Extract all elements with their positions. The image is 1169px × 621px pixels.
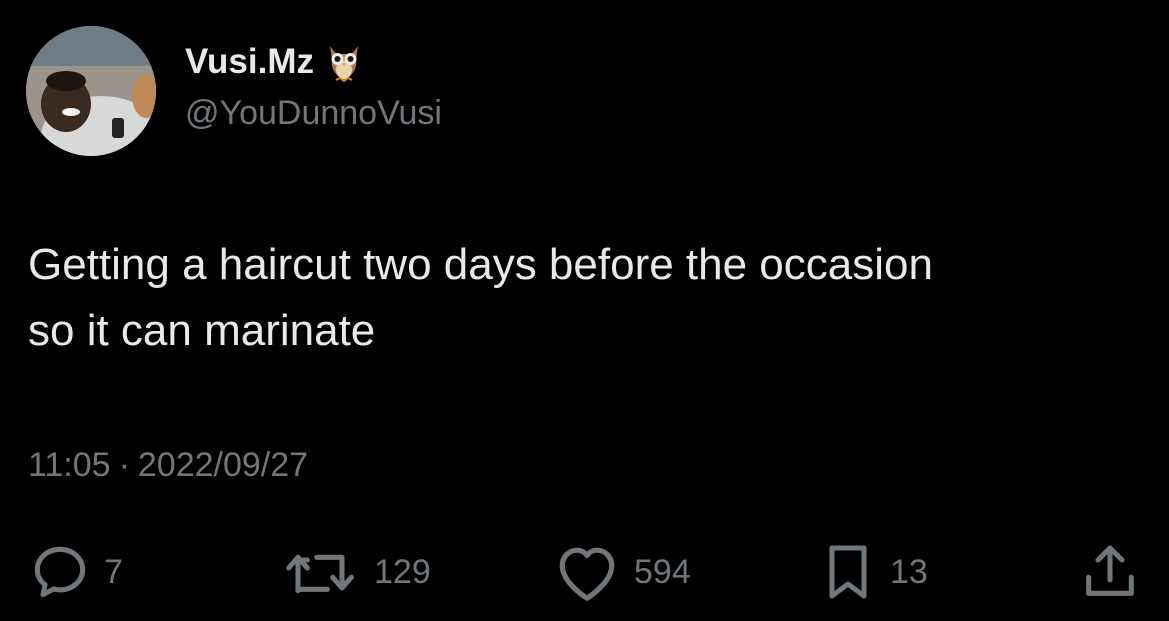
- like-button[interactable]: 594: [552, 540, 691, 604]
- reply-count: 7: [104, 552, 123, 591]
- tweet-card: Vusi.Mz @YouDunnoVusi Getting a haircut …: [0, 0, 1169, 621]
- tweet-date: 2022/09/27: [137, 446, 309, 484]
- tweet-time: 11:05: [28, 446, 111, 484]
- reply-icon: [34, 546, 86, 598]
- display-name-row: Vusi.Mz: [185, 40, 364, 84]
- avatar[interactable]: [26, 26, 156, 156]
- avatar-photo: [26, 26, 156, 156]
- share-button[interactable]: [1078, 540, 1142, 604]
- bookmark-icon: [829, 545, 867, 599]
- retweet-icon: [286, 554, 354, 594]
- retweet-button[interactable]: 129: [282, 540, 431, 604]
- owl-emoji-icon: [330, 46, 358, 83]
- like-count: 594: [634, 552, 691, 591]
- user-handle[interactable]: @YouDunnoVusi: [185, 94, 442, 133]
- display-name[interactable]: Vusi.Mz: [185, 42, 314, 82]
- bookmark-button[interactable]: 13: [818, 540, 928, 604]
- tweet-text-line: Getting a haircut two days before the oc…: [28, 240, 933, 289]
- tweet-text-line: so it can marinate: [28, 306, 376, 355]
- timestamp-separator: ·: [118, 446, 130, 484]
- heart-icon: [559, 547, 615, 601]
- timestamp[interactable]: 11:05 · 2022/09/27: [28, 446, 308, 485]
- retweet-count: 129: [374, 552, 431, 591]
- share-icon: [1086, 545, 1134, 596]
- action-bar: 7 129 594 13: [0, 540, 1169, 604]
- bookmark-count: 13: [890, 552, 928, 591]
- reply-button[interactable]: 7: [28, 540, 123, 604]
- tweet-text: Getting a haircut two days before the oc…: [28, 232, 1128, 364]
